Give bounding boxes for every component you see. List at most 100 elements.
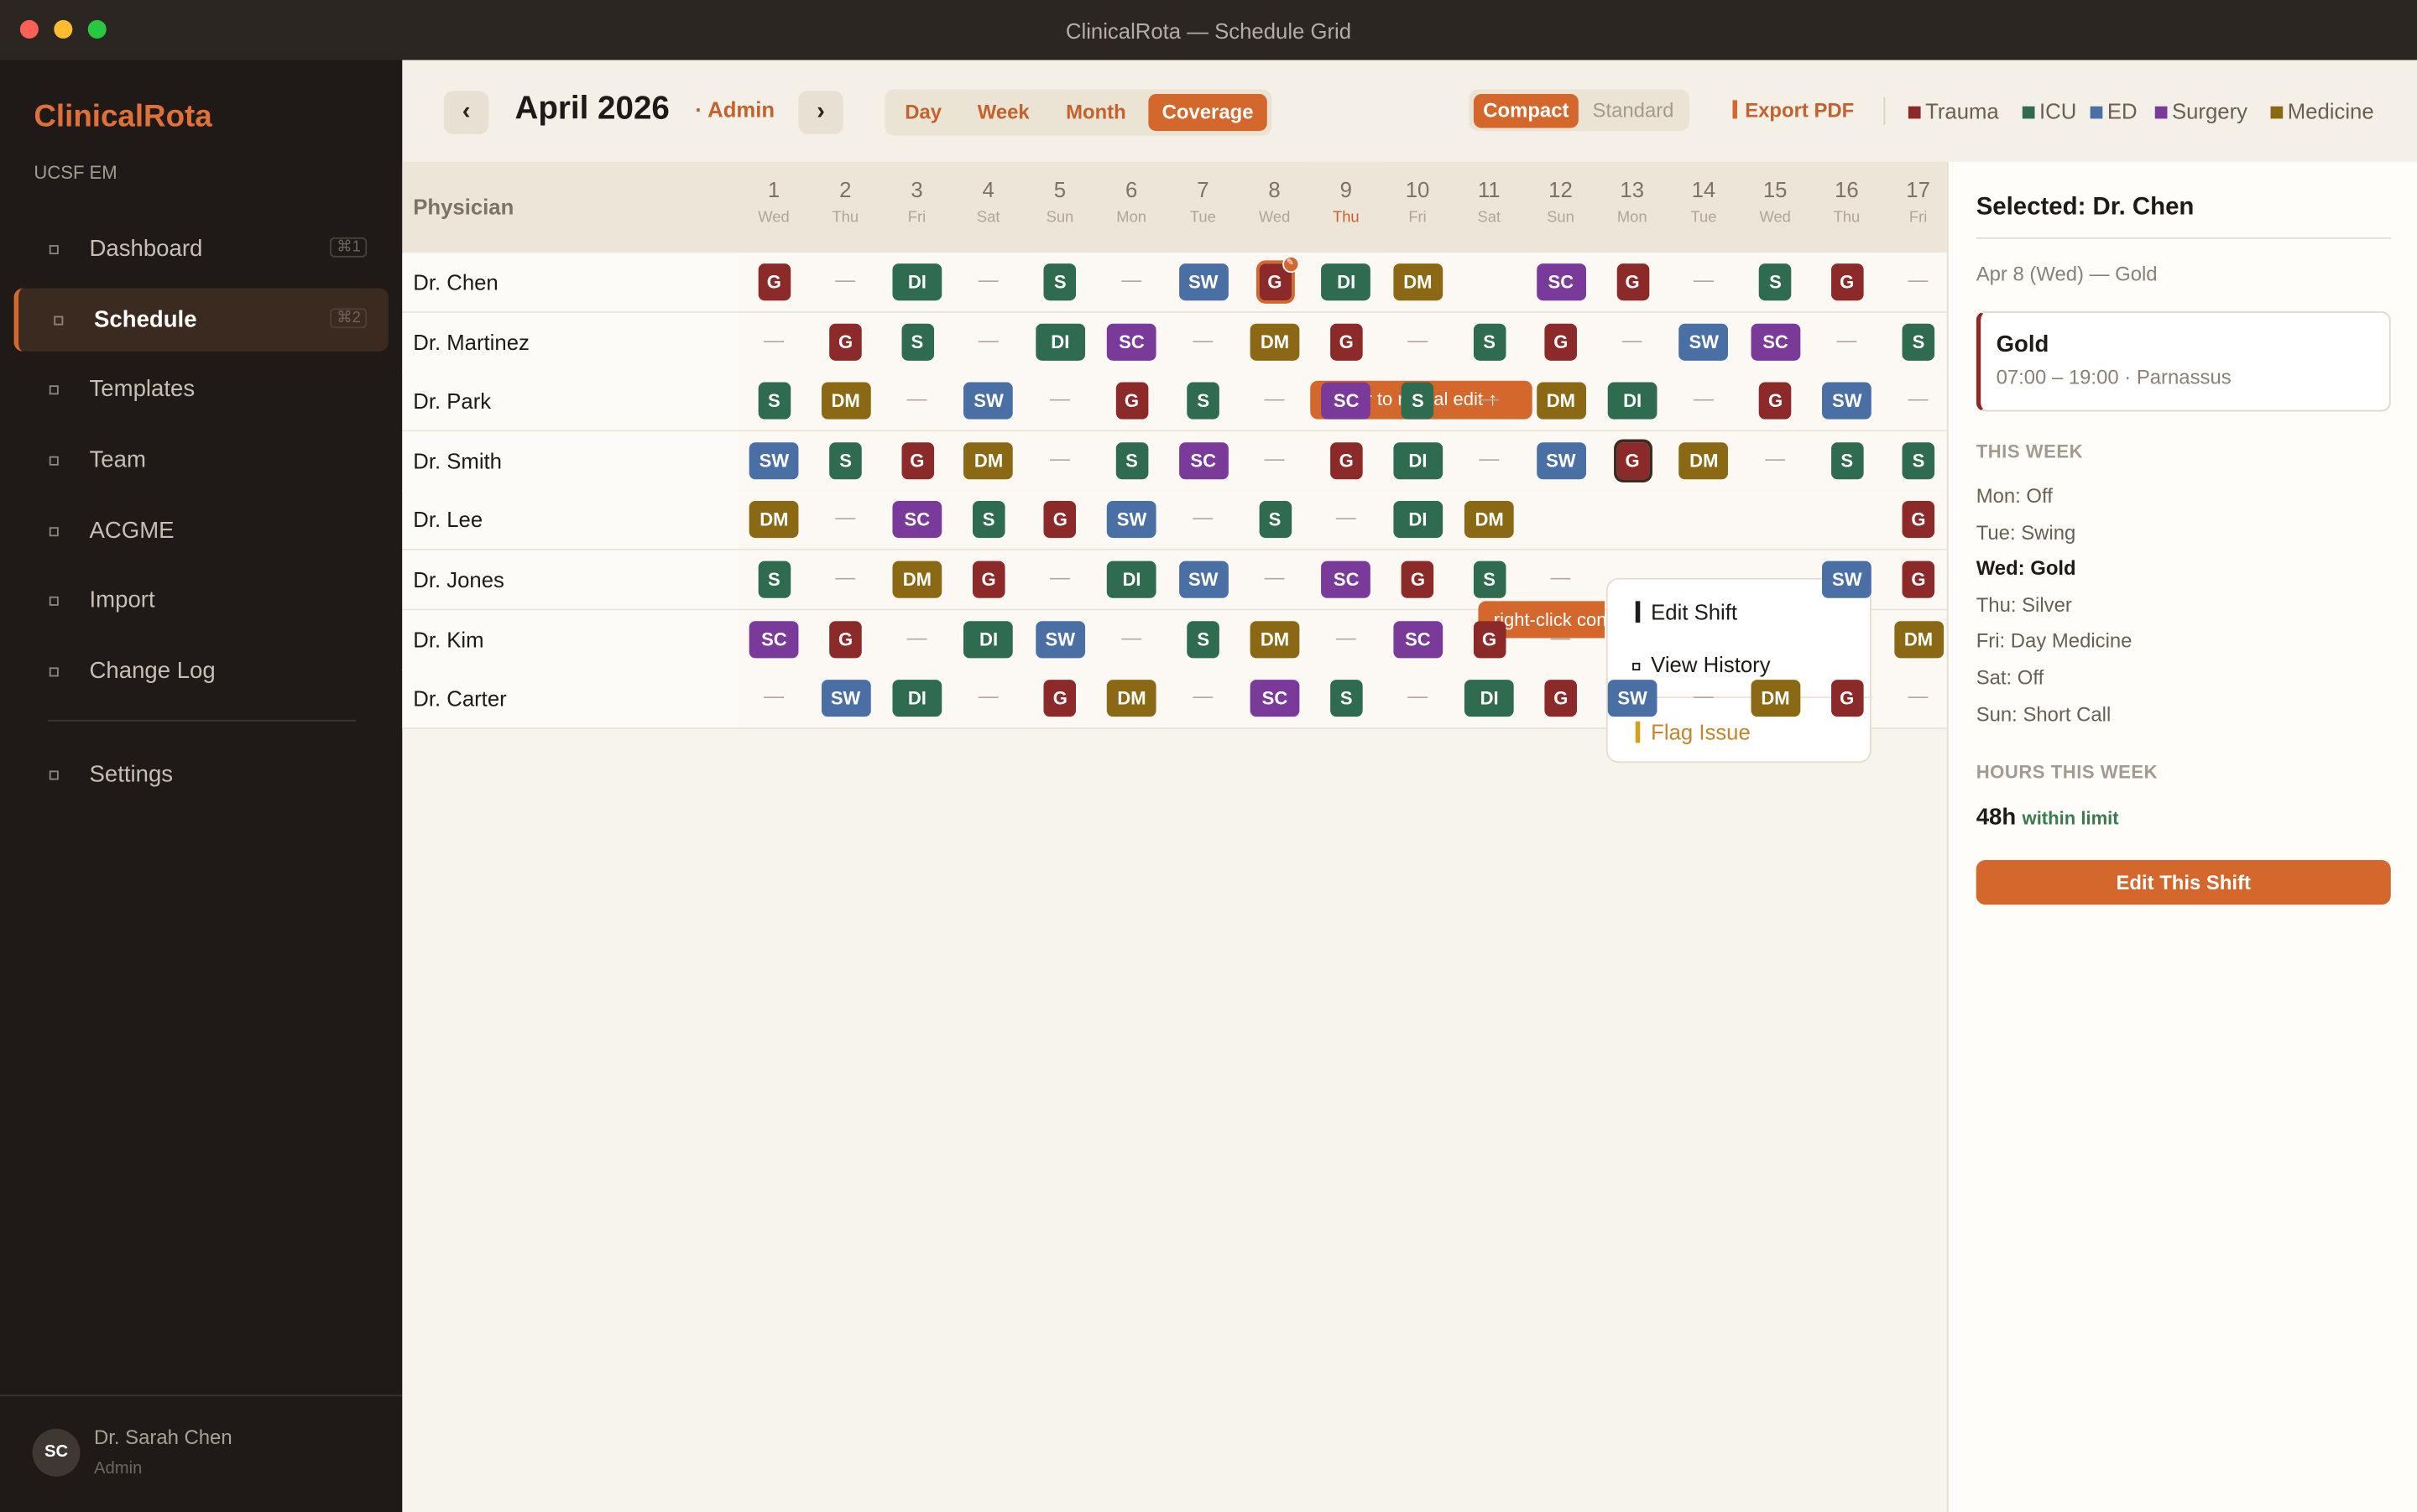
shift-chip-s[interactable]: S xyxy=(1115,441,1148,479)
shift-chip-di[interactable]: DI xyxy=(892,680,942,717)
shift-chip-dm[interactable]: DM xyxy=(892,560,942,598)
shift-chip-g[interactable]: G xyxy=(1830,680,1864,717)
shift-chip-dm[interactable]: DM xyxy=(1464,501,1515,539)
next-month-button[interactable]: › xyxy=(798,91,843,134)
view-day-tab[interactable]: Day xyxy=(890,94,958,131)
shift-chip-dm[interactable]: DM xyxy=(963,441,1014,479)
empty-cell[interactable]: — xyxy=(810,566,880,589)
shift-chip-sw[interactable]: SW xyxy=(1536,441,1586,479)
shift-chip-g[interactable]: G xyxy=(1329,323,1363,361)
shift-chip-dm[interactable]: DM xyxy=(1250,620,1300,658)
empty-cell[interactable]: — xyxy=(1025,446,1095,470)
prev-month-button[interactable]: ‹ xyxy=(443,91,489,134)
shift-chip-g[interactable]: G xyxy=(1902,560,1935,598)
shift-chip-sc[interactable]: SC xyxy=(892,501,942,539)
shift-chip-s[interactable]: S xyxy=(1759,263,1792,301)
shift-chip-sc[interactable]: SC xyxy=(1751,323,1800,361)
shift-chip-s[interactable]: S xyxy=(1830,441,1864,479)
shift-chip-s[interactable]: S xyxy=(972,501,1005,539)
shift-chip-di[interactable]: DI xyxy=(1035,323,1085,361)
sidebar-item-change-log[interactable]: Change Log xyxy=(14,639,389,702)
shift-chip-g[interactable]: G ✎ xyxy=(1255,255,1299,304)
shift-chip-s[interactable]: S xyxy=(1473,560,1506,598)
shift-chip-di[interactable]: DI xyxy=(1607,382,1657,420)
shift-chip-dm[interactable]: DM xyxy=(1393,263,1443,301)
shift-chip-dm[interactable]: DM xyxy=(1751,680,1800,717)
shift-chip-sw[interactable]: SW xyxy=(1035,620,1085,658)
shift-chip-g[interactable]: G xyxy=(1902,501,1935,539)
shift-chip-g[interactable]: G xyxy=(1544,323,1578,361)
shift-chip-g[interactable]: G xyxy=(1830,263,1864,301)
empty-cell[interactable]: — xyxy=(1025,566,1095,589)
shift-chip-g[interactable]: G xyxy=(1613,439,1652,482)
density-compact-toggle[interactable]: Compact xyxy=(1473,94,1579,128)
empty-cell[interactable]: — xyxy=(1525,566,1595,589)
empty-cell[interactable]: — xyxy=(1025,387,1095,410)
physician-name[interactable]: Dr. Jones xyxy=(413,567,504,592)
shift-chip-g[interactable]: G xyxy=(1115,382,1148,420)
menu-edit-shift[interactable]: Edit Shift xyxy=(1651,600,1737,624)
sidebar-item-import[interactable]: Import xyxy=(14,569,389,632)
physician-name[interactable]: Dr. Lee xyxy=(413,508,483,532)
empty-cell[interactable]: — xyxy=(1454,387,1524,410)
shift-chip-dm[interactable]: DM xyxy=(749,501,799,539)
shift-chip-di[interactable]: DI xyxy=(1393,441,1443,479)
empty-cell[interactable]: — xyxy=(1596,328,1667,352)
shift-chip-g[interactable]: G xyxy=(1759,382,1792,420)
shift-chip-dm[interactable]: DM xyxy=(821,382,871,420)
shift-chip-s[interactable]: S xyxy=(1329,680,1363,717)
empty-cell[interactable]: — xyxy=(810,506,880,529)
empty-cell[interactable]: — xyxy=(1668,685,1739,708)
shift-chip-sc[interactable]: SC xyxy=(1536,263,1586,301)
empty-cell[interactable]: — xyxy=(881,625,952,649)
shift-chip-di[interactable]: DI xyxy=(1107,560,1156,598)
empty-cell[interactable]: — xyxy=(1882,387,1953,410)
shift-chip-sc[interactable]: SC xyxy=(1393,620,1443,658)
empty-cell[interactable]: — xyxy=(1239,446,1309,470)
shift-chip-sw[interactable]: SW xyxy=(1822,560,1872,598)
shift-chip-s[interactable]: S xyxy=(758,382,791,420)
menu-view-history[interactable]: View History xyxy=(1651,652,1770,676)
shift-chip-s[interactable]: S xyxy=(1187,382,1220,420)
sidebar-item-schedule[interactable]: Schedule ⌘2 xyxy=(13,288,389,352)
empty-cell[interactable]: — xyxy=(1096,269,1167,292)
empty-cell[interactable]: — xyxy=(1668,387,1739,410)
shift-chip-sc[interactable]: SC xyxy=(1321,560,1371,598)
shift-chip-sw[interactable]: SW xyxy=(1178,560,1229,598)
physician-name[interactable]: Dr. Martinez xyxy=(413,329,530,353)
physician-name[interactable]: Dr. Kim xyxy=(413,627,483,651)
shift-chip-g[interactable]: G xyxy=(829,323,862,361)
shift-chip-s[interactable]: S xyxy=(901,323,934,361)
shift-chip-di[interactable]: DI xyxy=(1321,263,1371,301)
shift-chip-s[interactable]: S xyxy=(1473,323,1506,361)
physician-name[interactable]: Dr. Chen xyxy=(413,269,498,294)
shift-chip-g[interactable]: G xyxy=(1329,441,1363,479)
empty-cell[interactable]: — xyxy=(1740,446,1810,470)
empty-cell[interactable]: — xyxy=(1167,506,1238,529)
shift-chip-s[interactable]: S xyxy=(1044,263,1077,301)
sidebar-item-settings[interactable]: Settings xyxy=(14,743,389,806)
shift-chip-dm[interactable]: DM xyxy=(1678,441,1729,479)
sidebar-item-dashboard[interactable]: Dashboard ⌘1 xyxy=(14,217,389,280)
empty-cell[interactable]: — xyxy=(1882,269,1953,292)
shift-chip-g[interactable]: G xyxy=(1044,680,1077,717)
empty-cell[interactable]: — xyxy=(1382,685,1453,708)
empty-cell[interactable]: — xyxy=(1882,685,1953,708)
shift-chip-dm[interactable]: DM xyxy=(1107,680,1156,717)
shift-chip-g[interactable]: G xyxy=(1616,263,1649,301)
empty-cell[interactable]: — xyxy=(1811,328,1882,352)
sidebar-item-acgme[interactable]: ACGME xyxy=(14,499,389,562)
shift-chip-di[interactable]: DI xyxy=(1393,501,1443,539)
shift-chip-dm[interactable]: DM xyxy=(1250,323,1300,361)
shift-chip-sw[interactable]: SW xyxy=(1822,382,1872,420)
empty-cell[interactable]: — xyxy=(810,269,880,292)
user-profile[interactable]: SC Dr. Sarah Chen Admin xyxy=(0,1395,403,1512)
empty-cell[interactable]: — xyxy=(953,269,1023,292)
shift-chip-sw[interactable]: SW xyxy=(1678,323,1729,361)
physician-name[interactable]: Dr. Smith xyxy=(413,448,502,472)
shift-chip-g[interactable]: G xyxy=(901,441,934,479)
shift-chip-sw[interactable]: SW xyxy=(1107,501,1156,539)
shift-chip-g[interactable]: G xyxy=(1544,680,1578,717)
shift-chip-sc[interactable]: SC xyxy=(749,620,799,658)
empty-cell[interactable]: — xyxy=(953,685,1023,708)
